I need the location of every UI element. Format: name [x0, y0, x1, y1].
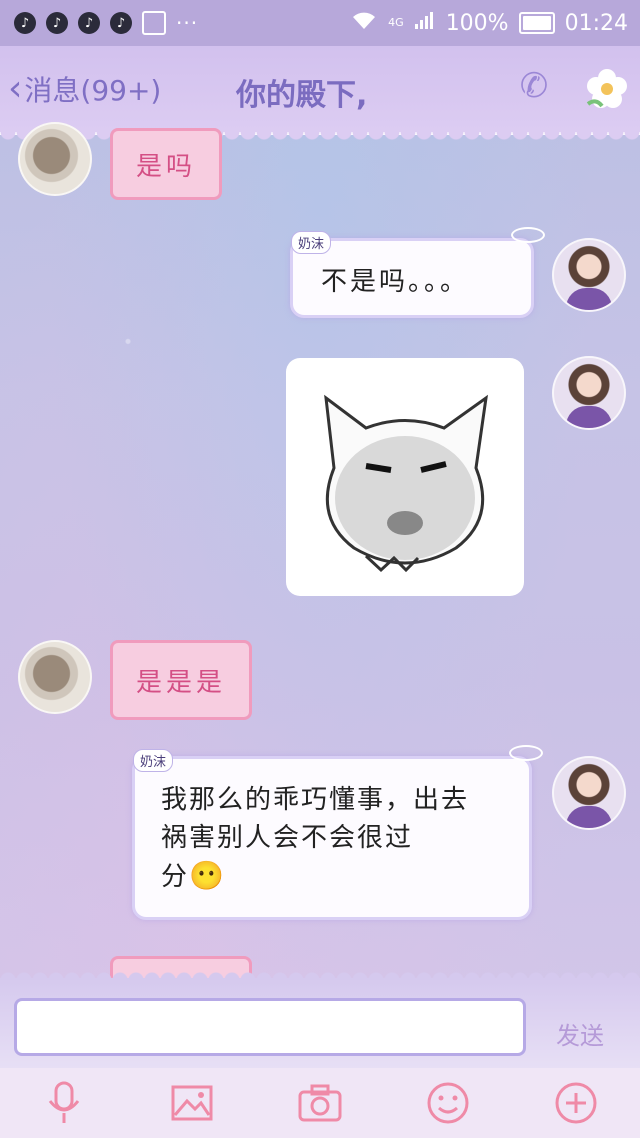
avatar[interactable]	[552, 356, 626, 430]
avatar[interactable]	[552, 756, 626, 830]
nickname-tag: 奶沫	[133, 749, 174, 772]
send-button[interactable]: 发送	[556, 1016, 604, 1051]
back-button[interactable]: ‹ 消息(99+)	[8, 68, 161, 109]
battery-icon	[518, 12, 555, 34]
tiktok-icon: ♪	[14, 12, 36, 34]
message-line: 祸害别人会不会很过	[161, 823, 414, 853]
microphone-icon[interactable]	[42, 1081, 86, 1125]
chat-header: ‹ 消息(99+) 你的殿下, ✆	[0, 46, 640, 142]
status-bar: ♪ ♪ ♪ ♪ ··· 4G 100% 01:24	[0, 0, 640, 46]
message-line: 分😶	[161, 859, 226, 892]
avatar[interactable]	[552, 238, 626, 312]
camera-icon[interactable]	[298, 1081, 342, 1125]
sticker-image[interactable]	[286, 358, 524, 596]
message-text: 是是是	[135, 667, 226, 698]
message-line: 我那么的乖巧懂事，出去	[161, 785, 470, 815]
message-bubble[interactable]: 是吗	[110, 128, 222, 200]
emoji-icon[interactable]	[426, 1081, 470, 1125]
tiktok-icon: ♪	[46, 12, 68, 34]
signal-icon	[414, 10, 436, 36]
avatar[interactable]	[18, 640, 92, 714]
battery-percent: 100%	[445, 10, 509, 36]
message-input[interactable]	[14, 998, 526, 1056]
message-text: 我那么的乖巧懂事，出去 祸害别人会不会很过 分😶	[161, 781, 469, 896]
halo-icon	[509, 745, 543, 761]
message-text: 不是吗。。。	[321, 267, 470, 297]
nickname-tag: 奶沫	[291, 231, 332, 254]
image-icon[interactable]	[170, 1081, 214, 1125]
chevron-left-icon: ‹	[8, 68, 23, 109]
message-bubble[interactable]: 是是是	[110, 640, 252, 720]
bottom-toolbar	[0, 1068, 640, 1138]
gallery-icon	[142, 11, 166, 35]
message-bubble[interactable]: 奶沫 我那么的乖巧懂事，出去 祸害别人会不会很过 分😶	[132, 745, 543, 920]
avatar[interactable]	[18, 122, 92, 196]
page-title: 你的殿下,	[236, 78, 368, 113]
network-label: 4G	[388, 16, 404, 29]
more-icon: ···	[176, 11, 199, 35]
tiktok-icon: ♪	[110, 12, 132, 34]
phone-call-icon[interactable]: ✆	[510, 66, 558, 114]
back-label: 消息(99+)	[24, 73, 162, 107]
composer: 发送	[0, 970, 640, 1068]
tiktok-icon: ♪	[78, 12, 100, 34]
message-bubble[interactable]: 奶沫 不是吗。。。	[290, 227, 545, 318]
wifi-icon	[350, 9, 378, 37]
plus-icon[interactable]	[554, 1081, 598, 1125]
emoji-icon: 😶	[189, 859, 226, 892]
flower-icon[interactable]	[582, 64, 632, 114]
halo-icon	[511, 227, 545, 243]
message-text: 是吗	[135, 151, 196, 182]
clock: 01:24	[564, 10, 628, 36]
